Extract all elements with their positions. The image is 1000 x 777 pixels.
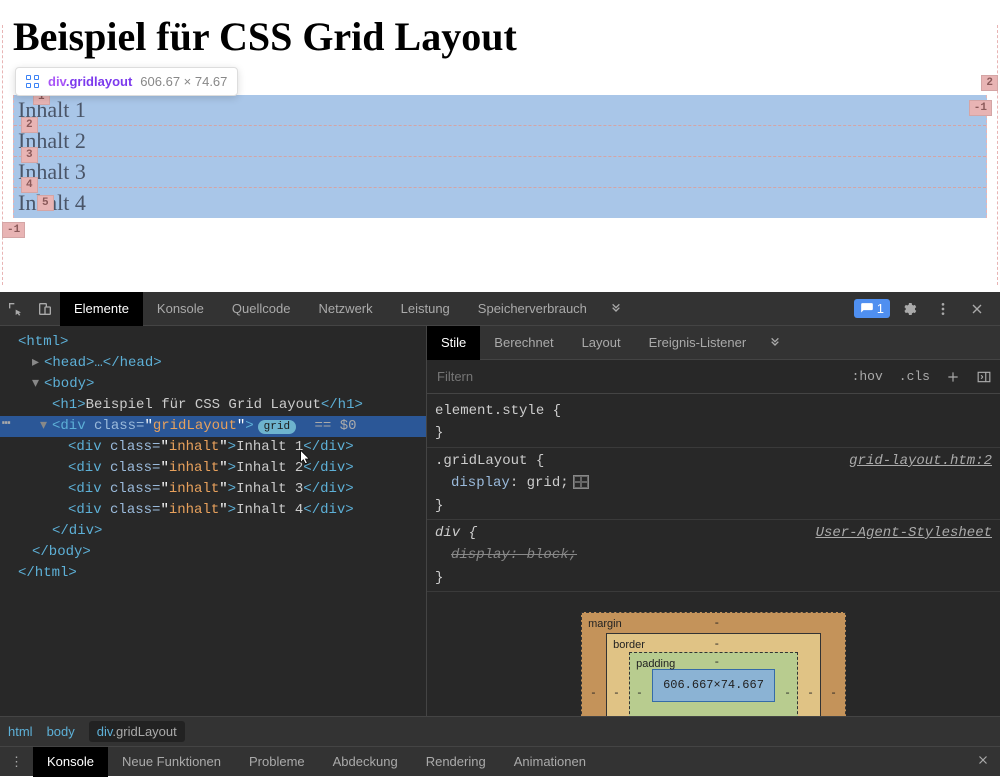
element-inspect-tooltip: div.gridlayout 606.67 × 74.67 [15,67,238,96]
grid-badge[interactable]: grid [258,420,296,434]
tab-memory[interactable]: Speicherverbrauch [464,292,601,326]
grid-icon [26,75,40,89]
breadcrumb-item[interactable]: body [47,724,75,739]
styles-tab-listeners[interactable]: Ereignis-Listener [635,326,761,360]
inspect-element-button[interactable] [0,292,30,326]
tooltip-dimensions: 606.67 × 74.67 [140,74,227,89]
grid-line-number: -1 [2,222,25,238]
console-tab-animations[interactable]: Animationen [500,747,600,777]
styles-pane[interactable]: element.style { } grid-layout.htm:2 .gri… [427,394,1000,716]
tab-console[interactable]: Konsole [143,292,218,326]
device-toggle-button[interactable] [30,292,60,326]
tab-sources[interactable]: Quellcode [218,292,305,326]
ellipsis-icon[interactable]: ⋯ [2,414,10,435]
grid-item: Inhalt 3 [14,157,986,188]
devtools-toolbar: Elemente Konsole Quellcode Netzwerk Leis… [0,292,1000,326]
grid-editor-icon[interactable] [573,475,589,489]
console-tab-issues[interactable]: Probleme [235,747,319,777]
grid-line-number: 5 [37,195,54,211]
console-menu-icon[interactable]: ⋮ [0,754,33,770]
selected-dom-node[interactable]: ▾<div class="gridLayout">grid == $0 [0,416,426,437]
breadcrumb-item[interactable]: div.gridLayout [89,721,185,742]
issues-badge[interactable]: 1 [854,299,890,318]
console-tab-coverage[interactable]: Abdeckung [319,747,412,777]
sidebar-toggle-icon[interactable] [968,360,1000,394]
styles-tab-computed[interactable]: Berechnet [480,326,567,360]
more-styles-tabs-icon[interactable] [760,326,790,360]
close-drawer-icon[interactable] [966,753,1000,770]
box-model-content-size: 606.667×74.667 [652,669,775,702]
dom-breadcrumb: html body div.gridLayout [0,716,1000,746]
styles-filter-input[interactable] [427,369,844,384]
styles-tab-layout[interactable]: Layout [568,326,635,360]
grid-line-number: -1 [969,100,992,116]
new-rule-icon[interactable] [938,360,968,394]
settings-icon[interactable] [894,292,924,326]
source-link[interactable]: grid-layout.htm:2 [849,450,992,472]
grid-item: Inhalt 1 [14,95,986,126]
grid-line-number: 4 [21,177,38,193]
hov-toggle[interactable]: :hov [844,360,891,394]
grid-item: Inhalt 2 [14,126,986,157]
dom-tree[interactable]: ⋯ <html> ▸<head>…</head> ▾<body> <h1>Bei… [0,326,426,716]
tab-elements[interactable]: Elemente [60,292,143,326]
grid-line-number: 2 [21,117,38,133]
box-model-viewer[interactable]: margin - - - border - - - padding - [427,592,1000,716]
cls-toggle[interactable]: .cls [891,360,938,394]
breadcrumb-item[interactable]: html [8,724,33,739]
styles-tabs: Stile Berechnet Layout Ereignis-Listener [427,326,1000,360]
source-link: User-Agent-Stylesheet [816,522,992,544]
console-drawer-tabs: ⋮ Konsole Neue Funktionen Probleme Abdec… [0,746,1000,776]
console-tab-rendering[interactable]: Rendering [412,747,500,777]
devtools-panel: Elemente Konsole Quellcode Netzwerk Leis… [0,292,1000,776]
styles-tab-stile[interactable]: Stile [427,326,480,360]
console-tab-konsole[interactable]: Konsole [33,747,108,777]
grid-line-number: 2 [981,75,998,91]
tooltip-selector: div.gridlayout [48,74,132,89]
tab-performance[interactable]: Leistung [387,292,464,326]
mouse-cursor-icon [298,449,314,465]
grid-line-number: 3 [21,147,38,163]
tab-network[interactable]: Netzwerk [304,292,386,326]
grid-item: Inhalt 4 [14,188,986,218]
close-devtools-icon[interactable] [962,292,992,326]
console-tab-whatsnew[interactable]: Neue Funktionen [108,747,235,777]
page-title: Beispiel für CSS Grid Layout [13,13,987,60]
kebab-menu-icon[interactable] [928,292,958,326]
more-tabs-icon[interactable] [601,292,631,326]
grid-overlay-region: 1 2 3 4 5 -1 2 -1 Inhalt 1 Inhalt 2 Inha… [13,95,987,218]
